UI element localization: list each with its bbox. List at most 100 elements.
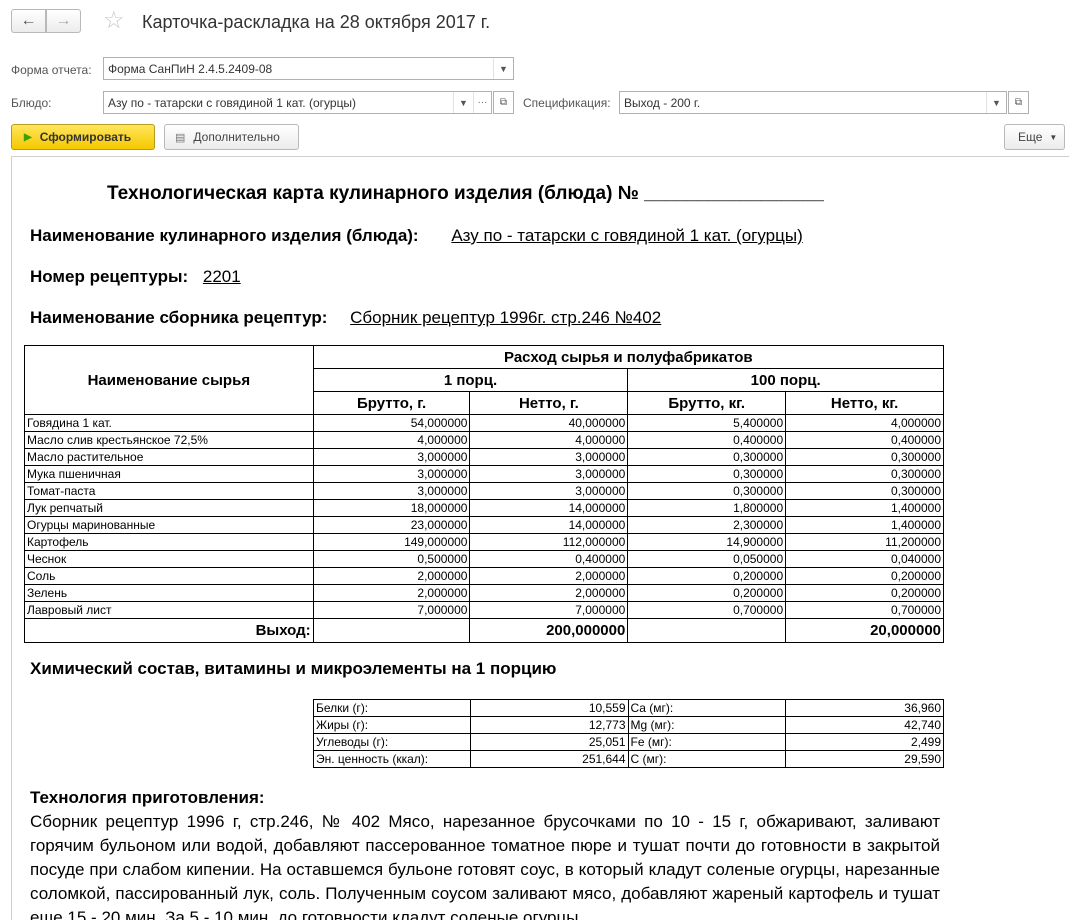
netto-g-cell: 4,000000	[469, 431, 629, 449]
nutrient-value: 251,644	[469, 750, 629, 768]
brutto-g-cell: 7,000000	[312, 601, 471, 619]
raw-name-cell: Лавровый лист	[24, 601, 314, 619]
nutrient-value: 10,559	[469, 699, 629, 717]
brutto-g-cell: 3,000000	[312, 482, 471, 500]
report-document[interactable]: Технологическая карта кулинарного издели…	[11, 156, 1069, 920]
netto-g-cell: 40,000000	[469, 414, 629, 432]
netto-g-cell: 14,000000	[469, 499, 629, 517]
brutto-g-cell: 18,000000	[312, 499, 471, 517]
generate-button[interactable]: ▶ Сформировать	[11, 124, 155, 150]
star-icon[interactable]: ☆	[103, 8, 125, 34]
table-row: Чеснок 0,500000 0,400000 0,050000 0,040000	[24, 550, 944, 568]
netto-g-cell: 3,000000	[469, 448, 629, 466]
brutto-g-cell: 2,000000	[312, 567, 471, 585]
raw-table-body: Говядина 1 кат. 54,000000 40,000000 5,40000…	[24, 414, 944, 619]
raw-name-cell: Масло растительное	[24, 448, 314, 466]
raw-materials-table: Наименование сырья Расход сырья и полуфа…	[24, 345, 945, 643]
netto-g-cell: 3,000000	[469, 465, 629, 483]
additional-label: Дополнительно	[193, 130, 280, 144]
total-100portion: 20,000000	[785, 618, 944, 643]
back-button[interactable]: ←	[11, 9, 46, 33]
netto-g-cell: 0,400000	[469, 550, 629, 568]
play-icon: ▶	[24, 131, 32, 143]
table-row: Масло слив крестьянское 72,5% 4,000000 4,0…	[24, 431, 944, 449]
raw-name-cell: Огурцы маринованные	[24, 516, 314, 534]
mineral-value: 29,590	[785, 750, 944, 768]
collection-label: Наименование сборника рецептур:	[30, 308, 328, 327]
total-1portion: 200,000000	[469, 618, 629, 643]
nutrient-label: Жиры (г):	[313, 716, 471, 734]
brutto-kg-cell: 0,700000	[627, 601, 787, 619]
raw-name-cell: Томат-паста	[24, 482, 314, 500]
brutto-g-cell: 0,500000	[312, 550, 471, 568]
brutto-kg-cell: 0,300000	[627, 448, 787, 466]
report-form-value: Форма СанПиН 2.4.5.2409-08	[108, 62, 273, 76]
spec-field[interactable]: Выход - 200 г. ▼	[619, 91, 1007, 114]
recipe-number-value: 2201	[202, 267, 241, 286]
brutto-g-cell: 2,000000	[312, 584, 471, 602]
report-title: Технологическая карта кулинарного издели…	[107, 183, 824, 204]
arrow-left-icon: ←	[20, 12, 37, 29]
report-form-dropdown-button[interactable]: ▼	[493, 58, 513, 79]
chem-row: Эн. ценность (ккал): 251,644 C (мг): 29,590	[313, 750, 944, 768]
netto-g-cell: 2,000000	[469, 567, 629, 585]
dish-open-button[interactable]: ⧉	[493, 91, 514, 114]
collection-value: Сборник рецептур 1996г. стр.246 №402	[350, 308, 662, 327]
brutto-g-cell: 23,000000	[312, 516, 471, 534]
mineral-value: 42,740	[785, 716, 944, 734]
mineral-label: Ca (мг):	[627, 699, 787, 717]
dish-dropdown-button[interactable]: ▼	[453, 92, 473, 113]
netto-g-cell: 2,000000	[469, 584, 629, 602]
report-form-select[interactable]: Форма СанПиН 2.4.5.2409-08 ▼	[103, 57, 514, 80]
triangle-down-icon: ▼	[459, 97, 468, 108]
additional-button[interactable]: ▤ Дополнительно	[164, 124, 299, 150]
col-header-brutto-kg: Брутто, кг.	[627, 391, 787, 415]
more-button[interactable]: Еще ▼	[1004, 124, 1065, 150]
table-row: Зелень 2,000000 2,000000 0,200000 0,200000	[24, 584, 944, 602]
table-row: Соль 2,000000 2,000000 0,200000 0,200000	[24, 567, 944, 585]
brutto-kg-cell: 0,300000	[627, 465, 787, 483]
table-row: Мука пшеничная 3,000000 3,000000 0,300000 0,…	[24, 465, 944, 483]
chem-row: Углеводы (г): 25,051 Fe (мг): 2,499	[313, 733, 944, 751]
triangle-down-icon: ▼	[992, 97, 1001, 108]
col-header-netto-kg: Нетто, кг.	[785, 391, 944, 415]
report-form-label: Форма отчета:	[11, 63, 92, 77]
open-window-icon: ⧉	[499, 97, 508, 108]
netto-kg-cell: 4,000000	[785, 414, 944, 432]
brutto-g-cell: 149,000000	[312, 533, 471, 551]
spec-dropdown-button[interactable]: ▼	[986, 92, 1006, 113]
dish-label: Блюдо:	[11, 96, 52, 110]
table-row: Огурцы маринованные 23,000000 14,000000 2,3…	[24, 516, 944, 534]
netto-kg-cell: 0,300000	[785, 448, 944, 466]
raw-name-cell: Лук репчатый	[24, 499, 314, 517]
chem-row: Белки (г): 10,559 Ca (мг): 36,960	[313, 699, 944, 717]
mineral-label: Mg (мг):	[627, 716, 787, 734]
brutto-kg-cell: 0,200000	[627, 567, 787, 585]
raw-name-cell: Картофель	[24, 533, 314, 551]
ellipsis-icon: ···	[477, 97, 488, 108]
col-header-brutto-g: Брутто, г.	[312, 391, 471, 415]
table-row: Масло растительное 3,000000 3,000000 0,3000…	[24, 448, 944, 466]
table-row: Картофель 149,000000 112,000000 14,900000 11…	[24, 533, 944, 551]
netto-g-cell: 3,000000	[469, 482, 629, 500]
table-row: Томат-паста 3,000000 3,000000 0,300000 0,300…	[24, 482, 944, 500]
raw-name-cell: Мука пшеничная	[24, 465, 314, 483]
window-title: Карточка-раскладка на 28 октября 2017 г.	[142, 12, 491, 32]
brutto-kg-cell: 0,400000	[627, 431, 787, 449]
brutto-kg-cell: 2,300000	[627, 516, 787, 534]
dish-field[interactable]: Азу по - татарски с говядиной 1 кат. (ог…	[103, 91, 492, 114]
netto-kg-cell: 11,200000	[785, 533, 944, 551]
brutto-kg-cell: 0,050000	[627, 550, 787, 568]
nutrient-value: 12,773	[469, 716, 629, 734]
table-row: Лавровый лист 7,000000 7,000000 0,700000 0,7…	[24, 601, 944, 619]
forward-button[interactable]: →	[46, 9, 81, 33]
triangle-down-icon: ▼	[1049, 132, 1058, 142]
netto-kg-cell: 0,040000	[785, 550, 944, 568]
dish-select-button[interactable]: ···	[473, 92, 491, 113]
generate-label: Сформировать	[39, 130, 132, 144]
col-header-netto-g: Нетто, г.	[469, 391, 629, 415]
mineral-value: 2,499	[785, 733, 944, 751]
spec-open-button[interactable]: ⧉	[1008, 91, 1029, 114]
table-row: Говядина 1 кат. 54,000000 40,000000 5,40000…	[24, 414, 944, 432]
mineral-label: C (мг):	[627, 750, 787, 768]
